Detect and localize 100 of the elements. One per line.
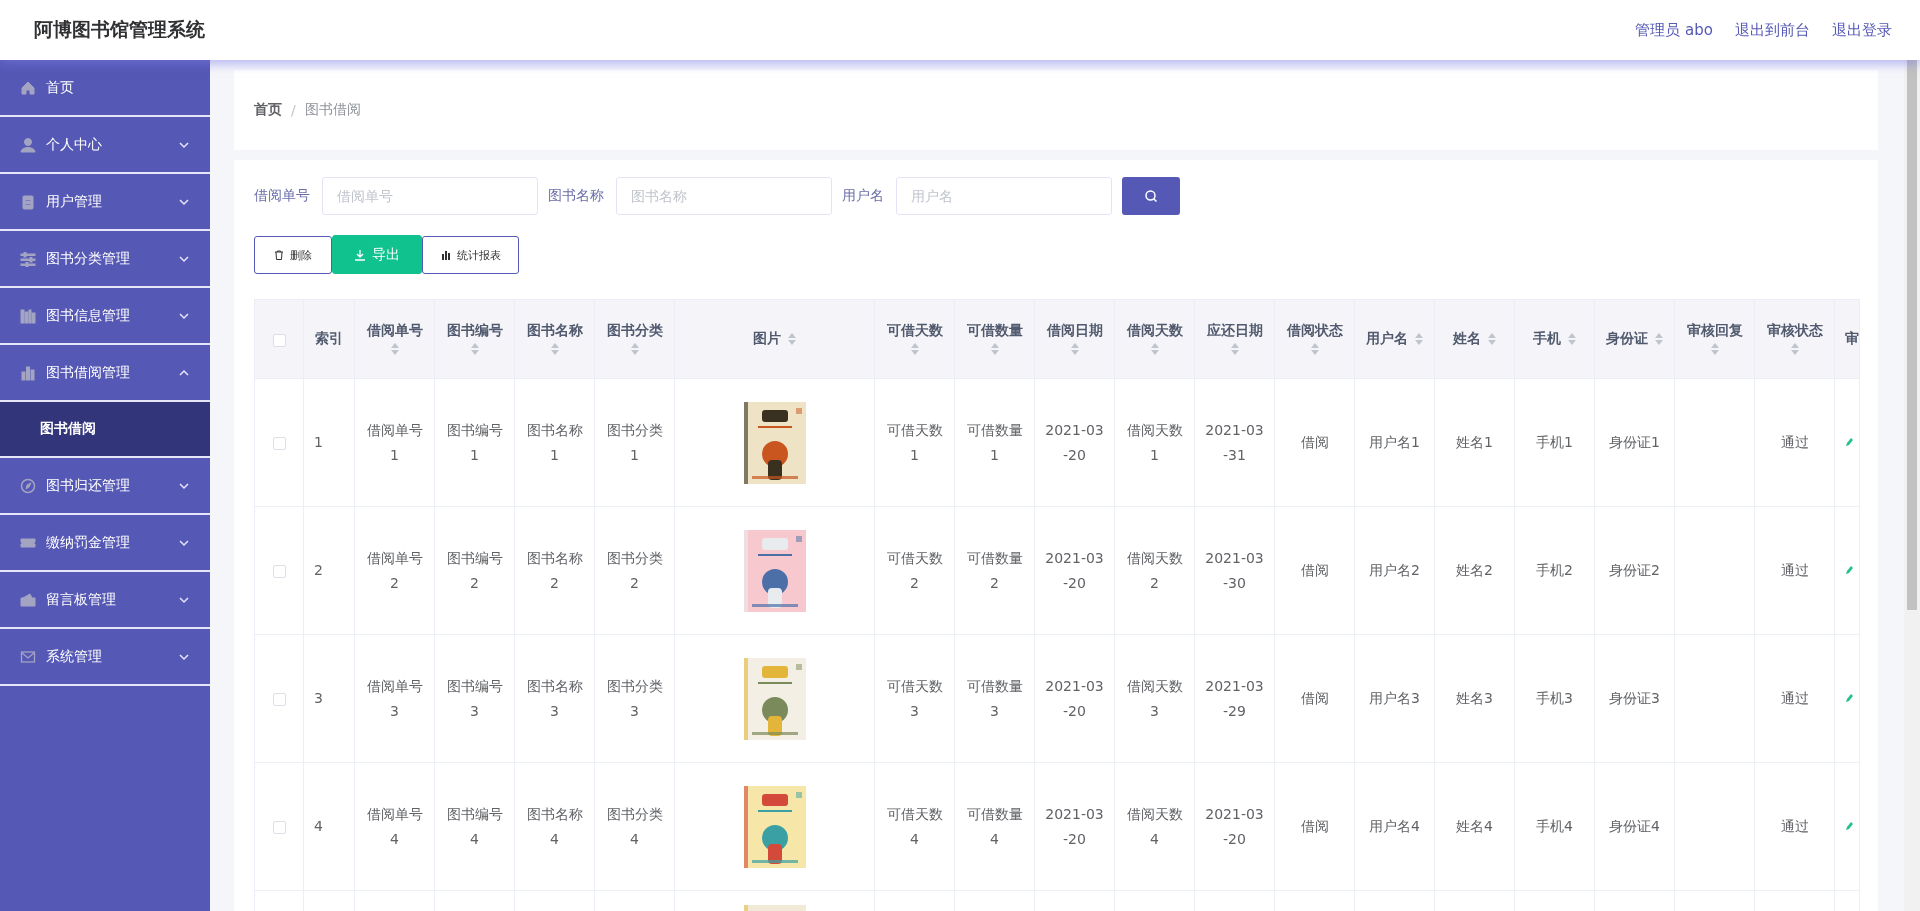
table-cell: 借阅单号3	[366, 677, 423, 719]
table-cell: 图书分类4	[606, 805, 663, 847]
table-cell: 借阅天数1	[1126, 421, 1183, 463]
sort-icon[interactable]	[1149, 342, 1160, 356]
sort-icon[interactable]	[1069, 342, 1080, 356]
column-title: 借阅日期	[1046, 322, 1103, 340]
table-cell: 图书分类1	[606, 421, 663, 463]
header-link[interactable]: 退出登录	[1832, 20, 1892, 40]
table-cell: 可借天数1	[886, 421, 943, 463]
sidebar-item[interactable]: 图书归还管理	[0, 458, 210, 515]
header-link[interactable]: 退出到前台	[1735, 20, 1810, 40]
column-title: 图书编号	[446, 322, 503, 340]
table-cell: 借阅	[1300, 562, 1329, 578]
select-all-checkbox[interactable]	[272, 333, 286, 347]
table-cell: 借阅	[1300, 818, 1329, 834]
sort-icon[interactable]	[786, 332, 797, 346]
sidebar-item[interactable]: 首页	[0, 60, 210, 117]
table-cell: 通过	[1780, 434, 1809, 450]
column-title: 审	[1845, 330, 1859, 348]
delete-button[interactable]: 删除	[254, 236, 332, 274]
table-cell: 通过	[1780, 562, 1809, 578]
row-checkbox[interactable]	[272, 820, 286, 834]
table-cell: 2021-03-20	[1045, 421, 1104, 463]
table-cell: 姓名1	[1456, 434, 1493, 450]
sidebar-item[interactable]: 缴纳罚金管理	[0, 515, 210, 572]
table-cell: 图书名称2	[526, 549, 583, 591]
table-cell: 2021-03-30	[1205, 549, 1264, 591]
breadcrumb-link[interactable]: 首页	[254, 101, 282, 119]
sidebar-item[interactable]: 用户管理	[0, 174, 210, 231]
table-cell: 通过	[1780, 690, 1809, 706]
sort-icon[interactable]	[1309, 342, 1320, 356]
search-field[interactable]: 用户名	[896, 177, 1112, 215]
sort-icon[interactable]	[1653, 332, 1664, 346]
report-button[interactable]: 统计报表	[422, 236, 519, 274]
table-cell: 姓名2	[1456, 562, 1493, 578]
search-button[interactable]	[1122, 177, 1180, 215]
search-field[interactable]: 图书名称	[616, 177, 832, 215]
table-cell: 通过	[1780, 818, 1809, 834]
row-checkbox[interactable]	[272, 692, 286, 706]
sidebar-item[interactable]: 图书分类管理	[0, 231, 210, 288]
table-cell: 图书名称4	[526, 805, 583, 847]
table-cell: 借阅单号4	[366, 805, 423, 847]
table-cell: 借阅单号1	[366, 421, 423, 463]
sort-icon[interactable]	[549, 342, 560, 356]
table-cell: 2021-03-29	[1205, 677, 1264, 719]
table-cell: 图书名称1	[526, 421, 583, 463]
sidebar-item[interactable]: 个人中心	[0, 117, 210, 174]
table-cell: 可借天数4	[886, 805, 943, 847]
search-icon	[1144, 189, 1158, 203]
table-cell: 3	[314, 690, 323, 706]
column-title: 应还日期	[1206, 322, 1263, 340]
sort-icon[interactable]	[1229, 342, 1240, 356]
edit-icon[interactable]	[1845, 693, 1853, 703]
column-title: 用户名	[1365, 330, 1408, 348]
table-cell: 用户名3	[1369, 690, 1420, 706]
table-cell: 图书分类3	[606, 677, 663, 719]
sidebar-item[interactable]: 系统管理	[0, 629, 210, 686]
sidebar-item[interactable]: 图书信息管理	[0, 288, 210, 345]
sort-icon[interactable]	[989, 342, 1000, 356]
column-title: 审核回复	[1686, 322, 1743, 340]
sort-icon[interactable]	[1566, 332, 1577, 346]
table-cell: 身份证2	[1609, 562, 1660, 578]
sidebar-item[interactable]: 留言板管理	[0, 572, 210, 629]
sort-icon[interactable]	[1709, 342, 1720, 356]
table-cell: 1	[314, 434, 323, 450]
table-cell: 2	[314, 562, 323, 578]
bar-chart-icon	[440, 250, 451, 260]
row-checkbox[interactable]	[272, 436, 286, 450]
download-icon	[354, 248, 366, 261]
table-cell: 借阅天数4	[1126, 805, 1183, 847]
edit-icon[interactable]	[1845, 437, 1853, 447]
table-cell: 可借天数3	[886, 677, 943, 719]
table-cell: 可借天数2	[886, 549, 943, 591]
sidebar-subitem[interactable]: 图书借阅	[0, 402, 210, 458]
table-cell: 手机3	[1536, 690, 1573, 706]
field-label: 用户名	[842, 187, 884, 205]
field-label: 图书名称	[548, 187, 604, 205]
sort-icon[interactable]	[909, 342, 920, 356]
table-cell: 用户名4	[1369, 818, 1420, 834]
table-cell: 借阅	[1300, 690, 1329, 706]
sort-icon[interactable]	[389, 342, 400, 356]
table-cell: 2021-03-20	[1045, 677, 1104, 719]
field-label: 借阅单号	[254, 187, 310, 205]
table-cell: 图书名称3	[526, 677, 583, 719]
edit-icon[interactable]	[1845, 565, 1853, 575]
edit-icon[interactable]	[1845, 821, 1853, 831]
sort-icon[interactable]	[1789, 342, 1800, 356]
column-title: 借阅状态	[1286, 322, 1343, 340]
column-title: 可借数量	[966, 322, 1023, 340]
search-field[interactable]: 借阅单号	[322, 177, 538, 215]
sort-icon[interactable]	[1486, 332, 1497, 346]
scrollbar[interactable]	[1904, 60, 1920, 911]
sort-icon[interactable]	[469, 342, 480, 356]
row-checkbox[interactable]	[272, 564, 286, 578]
sort-icon[interactable]	[1413, 332, 1424, 346]
column-title: 索引	[315, 330, 343, 348]
table-cell: 手机1	[1536, 434, 1573, 450]
sort-icon[interactable]	[629, 342, 640, 356]
header-link[interactable]: 管理员 abo	[1635, 20, 1713, 40]
trash-icon	[274, 250, 284, 260]
